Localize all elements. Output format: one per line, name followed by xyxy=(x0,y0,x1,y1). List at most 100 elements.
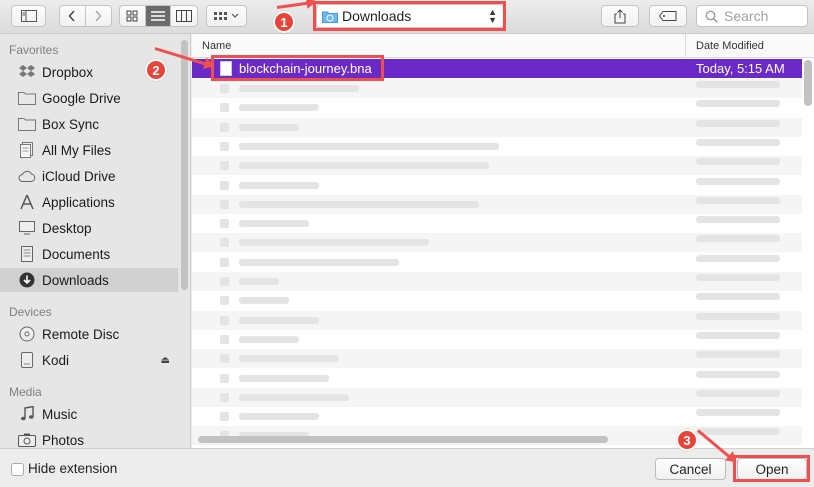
file-icon xyxy=(220,373,229,383)
list-item[interactable] xyxy=(192,137,802,156)
list-item[interactable] xyxy=(192,291,802,310)
list-item[interactable] xyxy=(192,98,802,117)
obscured-file-date xyxy=(696,196,780,204)
list-item[interactable] xyxy=(192,272,802,291)
sidebar-item-desktop[interactable]: Desktop xyxy=(0,216,178,240)
back-button[interactable] xyxy=(60,6,86,26)
obscured-file-date xyxy=(696,409,780,417)
arrange-button[interactable] xyxy=(206,5,247,27)
file-icon xyxy=(220,141,229,151)
obscured-file-date xyxy=(696,312,780,320)
file-date: Today, 5:15 AM xyxy=(696,61,785,76)
obscured-file-name xyxy=(239,200,479,208)
column-header-name[interactable]: Name xyxy=(202,40,231,52)
obscured-file-name xyxy=(239,142,499,150)
obscured-file-name xyxy=(239,374,329,382)
sidebar-item-label: Documents xyxy=(42,246,111,262)
sidebar-item-kodi[interactable]: Kodi ⏏ xyxy=(0,348,178,372)
obscured-file-date xyxy=(696,158,780,166)
obscured-file-name xyxy=(239,335,299,343)
sidebar-item-icloud-drive[interactable]: iCloud Drive xyxy=(0,164,178,188)
list-view-button[interactable] xyxy=(145,6,172,26)
highlight-file xyxy=(211,55,384,81)
file-icon xyxy=(220,257,229,267)
sidebar-item-applications[interactable]: Applications xyxy=(0,190,178,214)
sidebar-item-downloads[interactable]: Downloads xyxy=(0,268,178,292)
sidebar-icon xyxy=(20,10,37,22)
file-icon xyxy=(220,122,229,132)
file-icon xyxy=(220,334,229,344)
list-item[interactable] xyxy=(192,349,802,369)
sidebar-item-documents[interactable]: Documents xyxy=(0,242,178,266)
sidebar-toggle-button[interactable] xyxy=(11,5,46,27)
obscured-file-name xyxy=(239,162,489,170)
sidebar-scrollbar[interactable] xyxy=(181,40,188,290)
file-icon xyxy=(220,161,229,171)
list-item[interactable] xyxy=(192,369,802,388)
cloud-icon xyxy=(17,167,37,185)
obscured-file-date xyxy=(696,274,780,281)
sidebar-item-all-my-files[interactable]: All My Files xyxy=(0,138,178,162)
column-header-date[interactable]: Date Modified xyxy=(696,40,764,52)
file-icon xyxy=(220,199,229,209)
sidebar: Favorites Dropbox Google Drive Box Sync … xyxy=(0,34,191,448)
sidebar-item-label: Google Drive xyxy=(42,90,121,106)
list-item[interactable] xyxy=(192,214,802,233)
list-item[interactable] xyxy=(192,194,802,214)
obscured-file-date xyxy=(696,351,780,359)
downloads-icon xyxy=(17,271,37,289)
eject-icon[interactable]: ⏏ xyxy=(161,355,170,366)
step-badge-3: 3 xyxy=(676,429,698,451)
back-forward-buttons xyxy=(59,5,112,27)
arrange-icon xyxy=(213,12,238,20)
sidebar-item-label: Box Sync xyxy=(42,116,100,132)
obscured-file-date xyxy=(696,370,780,378)
obscured-file-date xyxy=(696,100,780,108)
obscured-file-date xyxy=(696,331,780,339)
file-list: Name Date Modified blockchain-journey.bn… xyxy=(192,34,814,448)
list-item[interactable] xyxy=(192,407,802,426)
hide-extension-checkbox[interactable] xyxy=(11,463,24,476)
desktop-icon xyxy=(17,219,37,237)
obscured-file-name xyxy=(239,239,429,247)
list-horizontal-scrollbar[interactable] xyxy=(198,436,608,443)
chevron-right-icon xyxy=(95,10,102,22)
list-item[interactable] xyxy=(192,233,802,253)
list-item[interactable] xyxy=(192,330,802,349)
column-separator[interactable] xyxy=(685,34,686,58)
list-vertical-scrollbar[interactable] xyxy=(804,60,812,106)
obscured-file-name xyxy=(239,393,349,401)
list-item[interactable] xyxy=(192,117,802,137)
tags-button[interactable] xyxy=(649,5,687,27)
forward-button[interactable] xyxy=(86,6,111,26)
sidebar-item-remote-disc[interactable]: Remote Disc xyxy=(0,322,178,346)
sidebar-item-music[interactable]: Music xyxy=(0,402,178,426)
sidebar-item-label: Downloads xyxy=(42,272,109,288)
search-placeholder: Search xyxy=(724,8,769,24)
sidebar-item-photos[interactable]: Photos xyxy=(0,428,178,448)
list-item[interactable] xyxy=(192,79,802,98)
list-item[interactable] xyxy=(192,310,802,330)
list-item[interactable] xyxy=(192,156,802,176)
cancel-button[interactable]: Cancel xyxy=(655,458,726,480)
highlight-open xyxy=(733,455,810,482)
column-view-button[interactable] xyxy=(171,6,197,26)
list-item[interactable] xyxy=(192,253,802,272)
icon-view-button[interactable] xyxy=(120,6,146,26)
file-icon xyxy=(220,238,229,248)
search-input[interactable]: Search xyxy=(696,5,808,27)
share-button[interactable] xyxy=(601,5,639,27)
columns-icon xyxy=(176,10,193,22)
sidebar-item-box-sync[interactable]: Box Sync xyxy=(0,112,178,136)
file-icon xyxy=(220,219,229,229)
step-badge-2: 2 xyxy=(145,59,167,81)
obscured-file-date xyxy=(696,235,780,243)
search-icon xyxy=(705,10,718,23)
list-item[interactable] xyxy=(192,387,802,407)
obscured-file-date xyxy=(696,138,780,146)
sidebar-item-label: iCloud Drive xyxy=(42,168,116,184)
list-item[interactable] xyxy=(192,176,802,195)
drive-icon xyxy=(17,351,37,369)
sidebar-item-google-drive[interactable]: Google Drive xyxy=(0,86,178,110)
obscured-file-date xyxy=(696,177,780,185)
